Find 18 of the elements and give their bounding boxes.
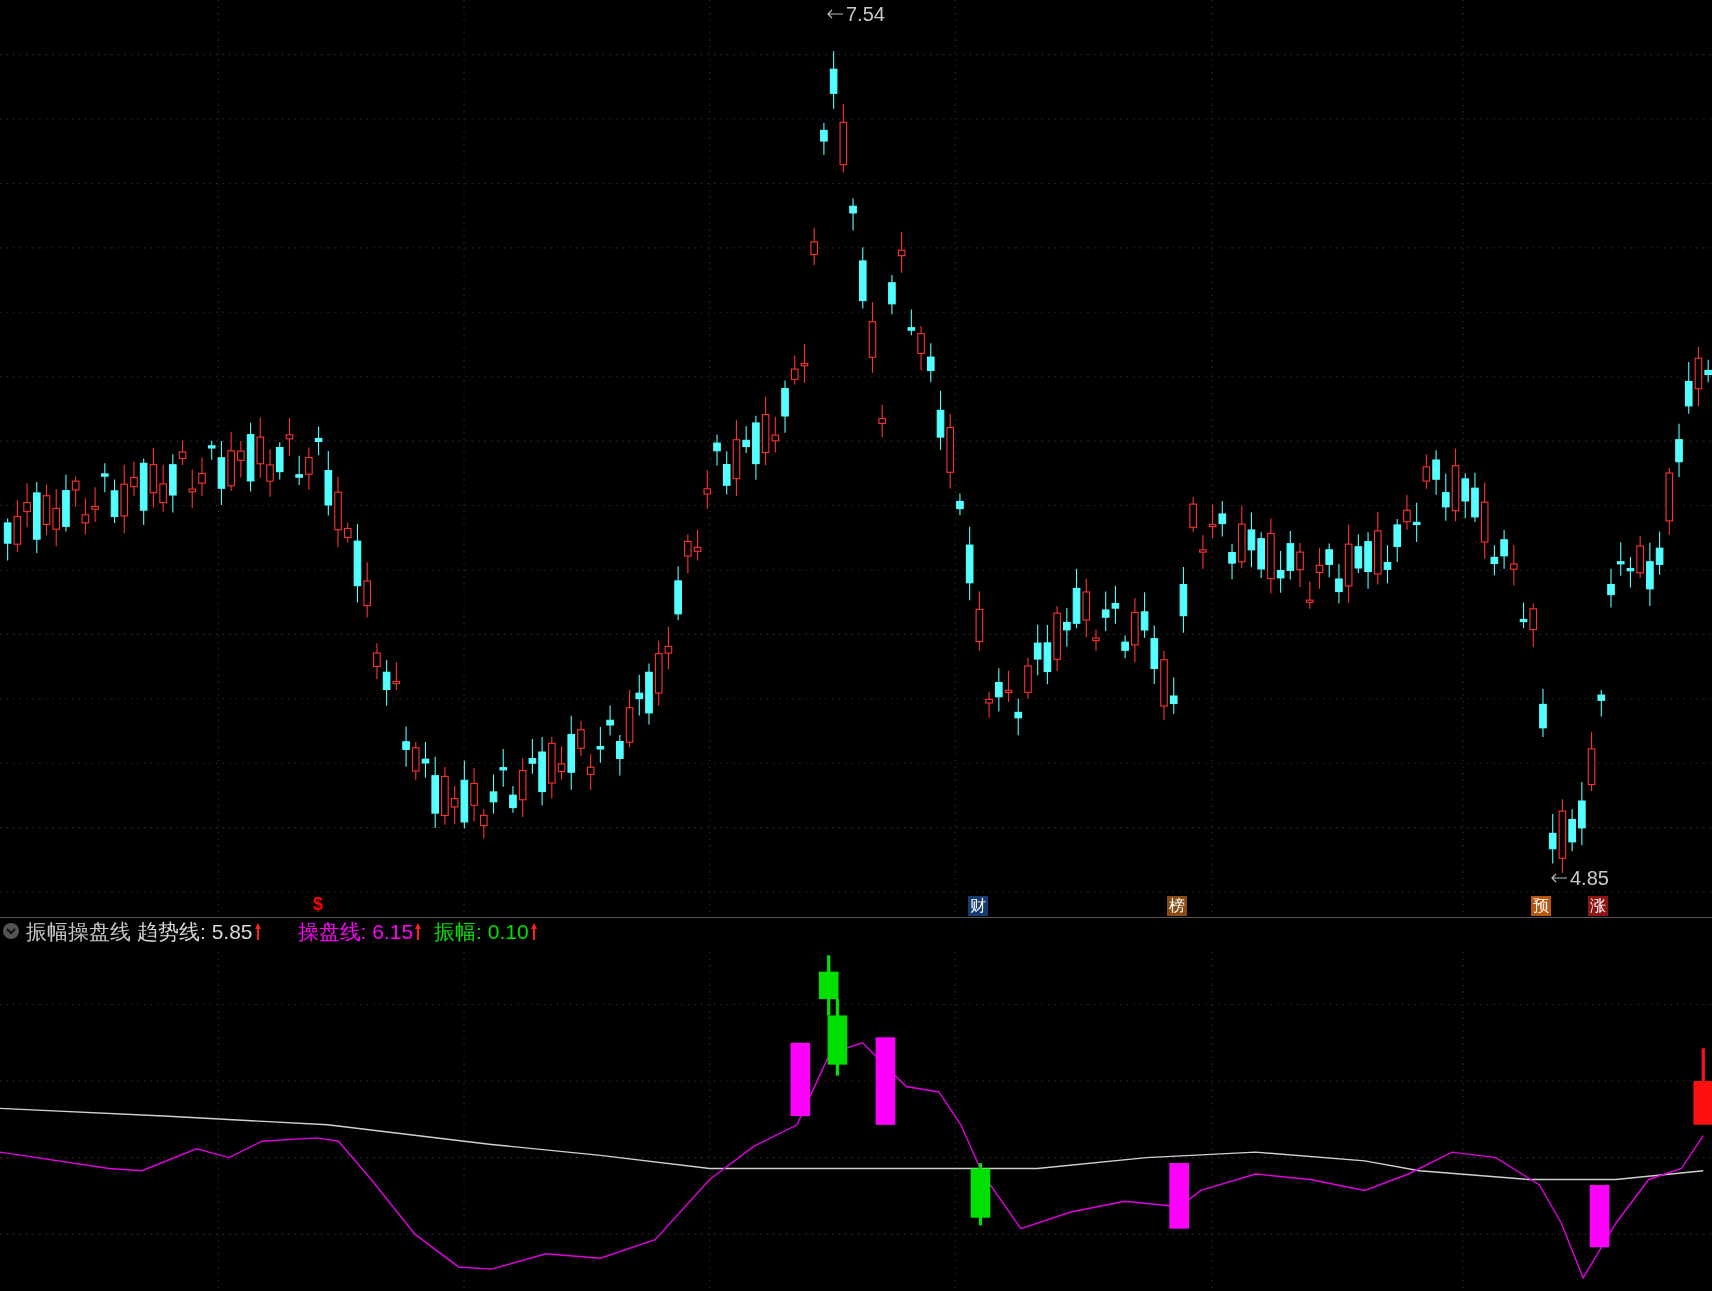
event-tag: 涨 [1588,896,1608,916]
price-label: 7.54 [846,4,885,24]
indicator-value: 振幅: 0.10 [434,920,529,942]
indicator-value: 操盘线: 6.15 [297,920,414,942]
indicator-name: 振幅操盘线 [26,920,131,942]
signal-bar [1589,1184,1610,1248]
event-marker: $ [313,894,323,914]
signal-bar [1169,1163,1189,1229]
indicator-value: 趋势线: 5.85 [137,920,253,942]
leader-arrow-icon [1550,872,1568,884]
price-label: 4.85 [1570,868,1609,888]
event-tag: 预 [1531,896,1551,916]
leader-arrow-icon [826,8,844,20]
signal-bar [970,1163,991,1226]
signal-bar [818,955,839,1016]
event-tag: 榜 [1167,896,1187,916]
collapse-icon[interactable] [2,922,20,940]
event-tag: 财 [968,896,988,916]
